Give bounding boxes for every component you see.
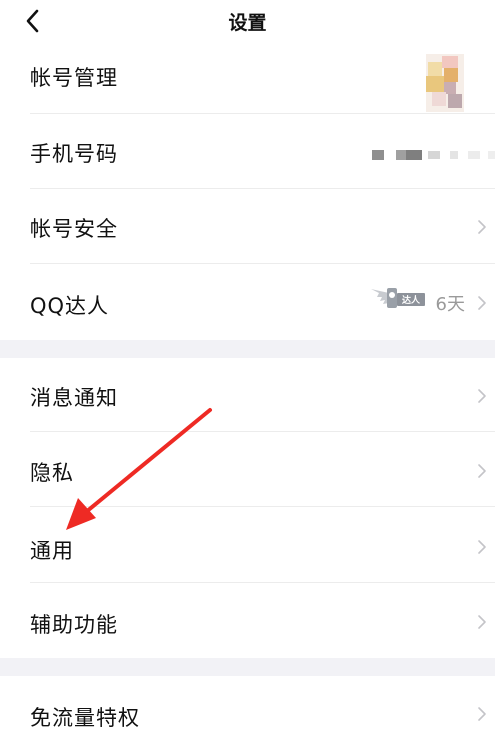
avatar bbox=[426, 54, 464, 112]
row-label: 辅助功能 bbox=[30, 613, 118, 637]
row-account-security[interactable]: 帐号安全 bbox=[0, 189, 495, 264]
navigation-bar: 设置 bbox=[0, 0, 495, 42]
chevron-right-icon bbox=[478, 540, 486, 554]
row-label: 帐号安全 bbox=[30, 217, 118, 241]
row-phone-number[interactable]: 手机号码 bbox=[0, 114, 495, 189]
row-message-notifications[interactable]: 消息通知 bbox=[0, 358, 495, 432]
row-accessibility[interactable]: 辅助功能 bbox=[0, 583, 495, 658]
row-account-management[interactable]: 帐号管理 bbox=[0, 42, 495, 114]
page-title: 设置 bbox=[228, 12, 267, 34]
section-gap bbox=[0, 658, 495, 676]
row-label: 通用 bbox=[30, 539, 74, 563]
chevron-right-icon bbox=[478, 389, 486, 403]
row-label: 消息通知 bbox=[30, 386, 118, 410]
chevron-right-icon bbox=[478, 296, 486, 310]
section-gap bbox=[0, 340, 495, 358]
qq-talent-days: 6天 bbox=[435, 294, 465, 315]
chevron-right-icon bbox=[478, 464, 486, 478]
chevron-right-icon bbox=[478, 707, 486, 721]
masked-phone-number bbox=[372, 150, 495, 160]
row-qq-talent[interactable]: QQ达人 达人 6天 bbox=[0, 264, 495, 340]
row-label: 帐号管理 bbox=[30, 66, 118, 90]
row-general[interactable]: 通用 bbox=[0, 507, 495, 583]
qq-talent-badge-text: 达人 bbox=[402, 294, 421, 306]
chevron-right-icon bbox=[478, 220, 486, 234]
row-label: 免流量特权 bbox=[30, 706, 140, 730]
chevron-right-icon bbox=[478, 615, 486, 629]
row-privacy[interactable]: 隐私 bbox=[0, 432, 495, 507]
row-label: 隐私 bbox=[30, 461, 74, 485]
row-label: QQ达人 bbox=[30, 294, 110, 318]
row-label: 手机号码 bbox=[30, 142, 118, 166]
row-data-free-privilege[interactable]: 免流量特权 bbox=[0, 676, 495, 742]
qq-talent-badge-icon: 达人 bbox=[371, 288, 425, 308]
